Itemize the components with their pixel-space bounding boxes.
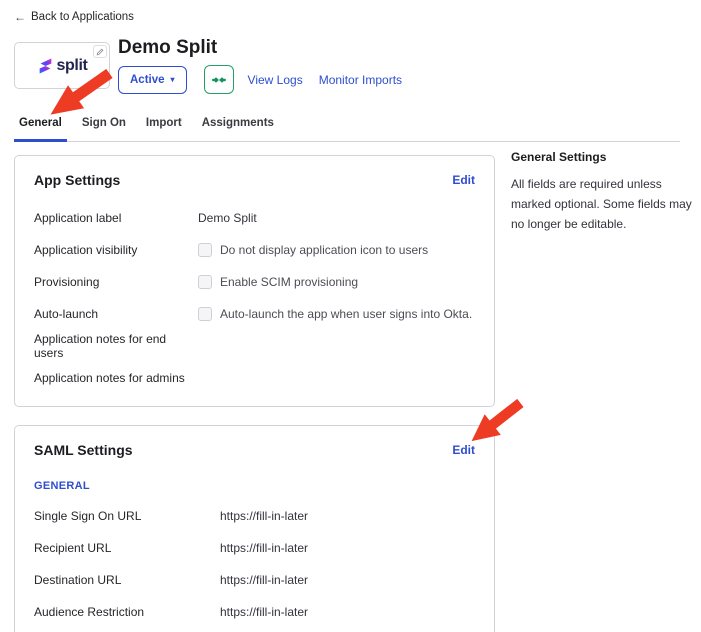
field-value: https://fill-in-later [220,541,475,555]
field-label: Provisioning [34,275,198,289]
auto-launch-checkbox[interactable] [198,307,212,321]
row-destination-url: Destination URL https://fill-in-later [34,564,475,596]
pencil-icon [96,48,104,56]
saml-settings-card: SAML Settings Edit GENERAL Single Sign O… [14,425,495,632]
handshake-icon [212,74,226,86]
row-single-sign-on-url: Single Sign On URL https://fill-in-later [34,500,475,532]
edit-logo-button[interactable] [93,45,107,58]
sidebar-body-text: All fields are required unless marked op… [511,174,695,234]
row-application-visibility: Application visibility Do not display ap… [34,234,475,266]
field-label: Recipient URL [34,541,220,555]
field-label: Single Sign On URL [34,509,220,523]
row-recipient-url: Recipient URL https://fill-in-later [34,532,475,564]
scim-provisioning-checkbox[interactable] [198,275,212,289]
row-notes-admins: Application notes for admins [34,362,475,394]
field-label: Destination URL [34,573,220,587]
field-value: https://fill-in-later [220,573,475,587]
back-link-label: Back to Applications [31,11,134,23]
app-settings-title: App Settings [34,172,120,188]
row-notes-end-users: Application notes for end users [34,330,475,362]
saml-settings-rows: Single Sign On URL https://fill-in-later… [34,500,475,628]
back-arrow-icon: ← [14,10,26,24]
monitor-imports-link[interactable]: Monitor Imports [319,73,402,87]
saml-general-section-header: GENERAL [34,480,475,492]
tab-import[interactable]: Import [141,110,187,142]
visibility-checkbox[interactable] [198,243,212,257]
tab-sign-on[interactable]: Sign On [77,110,131,142]
status-label: Active [130,74,165,86]
status-dropdown-button[interactable]: Active ▾ [118,66,187,94]
chevron-down-icon: ▾ [171,75,175,84]
split-logo-text: split [57,57,88,75]
app-logo-tile: split [14,42,110,89]
app-settings-edit-link[interactable]: Edit [452,173,475,187]
sidebar-title: General Settings [511,150,695,164]
checkbox-label: Do not display application icon to users [220,243,428,257]
field-value: https://fill-in-later [220,605,475,619]
field-label: Application visibility [34,243,198,257]
row-auto-launch: Auto-launch Auto-launch the app when use… [34,298,475,330]
app-tabs: General Sign On Import Assignments [14,110,680,142]
view-logs-link[interactable]: View Logs [248,73,303,87]
row-provisioning: Provisioning Enable SCIM provisioning [34,266,475,298]
help-sidebar: General Settings All fields are required… [511,150,695,234]
tab-general[interactable]: General [14,110,67,142]
field-label: Application label [34,211,198,225]
field-value: https://fill-in-later [220,509,475,523]
field-label: Audience Restriction [34,605,220,619]
field-label: Auto-launch [34,307,198,321]
row-audience-restriction: Audience Restriction https://fill-in-lat… [34,596,475,628]
saml-settings-edit-link[interactable]: Edit [452,443,475,457]
app-settings-card: App Settings Edit Application label Demo… [14,155,495,407]
checkbox-label: Enable SCIM provisioning [220,275,358,289]
field-label: Application notes for admins [34,371,198,385]
checkbox-label: Auto-launch the app when user signs into… [220,307,472,321]
back-to-applications-link[interactable]: ← Back to Applications [14,10,134,24]
okta-app-page: ← Back to Applications split Demo Split … [0,0,701,632]
page-title: Demo Split [118,37,217,59]
provisioning-connection-button[interactable] [204,65,234,94]
app-settings-rows: Application label Demo Split Application… [34,202,475,394]
field-value: Demo Split [198,211,475,225]
saml-settings-title: SAML Settings [34,442,133,458]
tab-assignments[interactable]: Assignments [197,110,279,142]
split-logo-icon [37,56,54,76]
row-application-label: Application label Demo Split [34,202,475,234]
header-controls: Active ▾ View Logs Monitor Imports [118,65,402,94]
field-label: Application notes for end users [34,332,198,360]
